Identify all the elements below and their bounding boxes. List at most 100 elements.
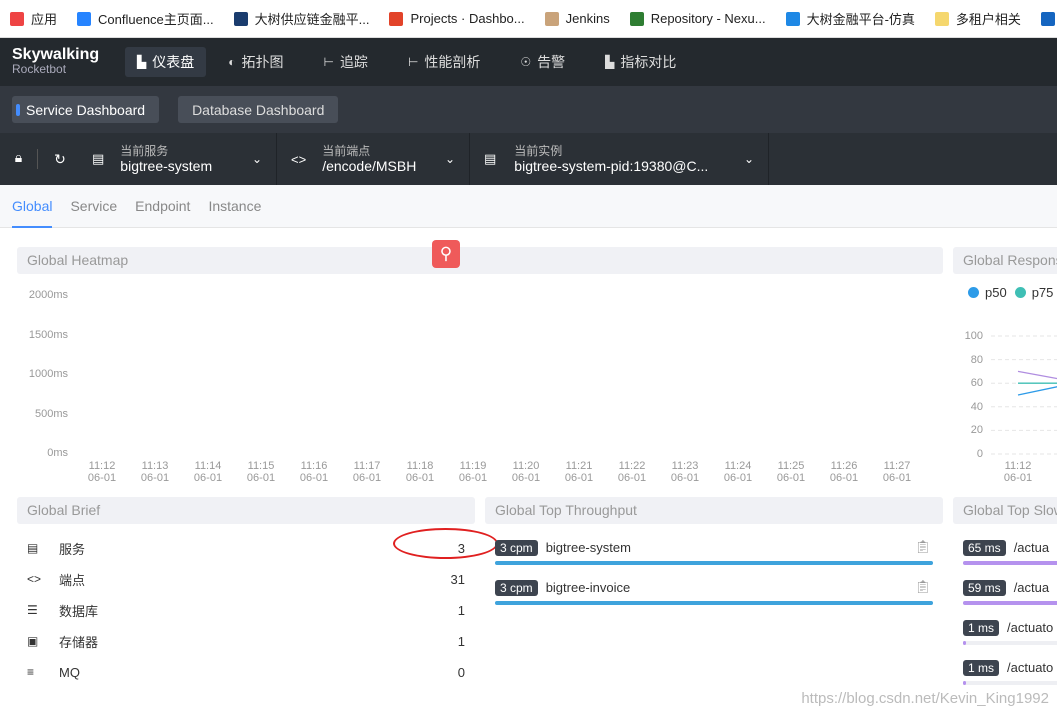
panel-title: Global Top Slow [953,497,1057,524]
service-icon: ▤ [27,541,39,555]
service-selector[interactable]: ▤ 当前服务 bigtree-system ⌄ [82,133,277,185]
panel-title: Global Heatmap [17,247,943,274]
bookmark-icon [77,11,92,26]
x-tick-label: 11:23 06-01 [670,460,700,484]
bookmark-item[interactable]: 多租户相关 [934,9,1021,28]
list-item[interactable]: 1 ms/actuato [963,659,1057,685]
instance-icon: ▤ [484,151,497,166]
bookmark-item[interactable]: Projects · Dashbo... [389,11,525,26]
progress-bar [963,601,1057,605]
x-tick-label: 11:25 06-01 [776,460,806,484]
nav-item-0[interactable]: ▙ 仪表盘 [125,47,207,77]
logo[interactable]: Skywalking Rocketbot [0,47,125,77]
x-tick-label: 11:19 06-01 [458,460,488,484]
x-tick-label: 11:16 06-01 [299,460,329,484]
list-item[interactable]: 65 ms/actua [963,539,1057,565]
x-tick-label: 11:20 06-01 [511,460,541,484]
nav-item-3[interactable]: ⊢ 性能剖析 [396,47,492,77]
brief-row: ☰ 数据库 1 [27,602,465,619]
response-panel: Global Respons p50 p75 100 80 60 40 20 0 11:12 06… [953,247,1057,487]
value-badge: 1 ms [963,620,1000,636]
bookmark-item[interactable]: Jenkins [544,11,610,26]
bookmark-icon [233,11,248,26]
chevron-down-icon: ⌄ [251,152,262,166]
endpoint-selector[interactable]: <> 当前端点/encode/MSBH ⌄ [277,133,470,185]
progress-bar [495,561,933,565]
bookmarks-bar: 应用 Confluence主页面... 大树供应链金融平... Projects · … [0,0,1057,38]
panel-title: Global Brief [17,497,475,524]
refresh-icon[interactable]: ↻ [38,151,82,168]
brief-row: ▣ 存储器 1 [27,633,465,650]
search-icon[interactable]: ⚲ [432,240,460,268]
bookmark-icon [10,11,24,26]
alarm-icon: ☉ [520,55,532,69]
progress-bar [963,561,1057,565]
list-item[interactable]: 59 ms/actua [963,579,1057,605]
value-badge: 3 cpm [495,580,538,596]
series-line [1017,370,1057,380]
tab-endpoint[interactable]: Endpoint [135,185,190,228]
chevron-down-icon: ⌄ [743,152,754,166]
compare-icon: ▙ [605,55,615,69]
progress-bar [495,601,933,605]
nav-item-4[interactable]: ☉ 告警 [508,47,577,77]
response-chart [991,335,1057,455]
brief-panel: Global Brief ▤ 服务 3 <> 端点 31 ☰ 数据库 1 ▣ 存储器 1 ≡ MQ 0 [17,497,475,697]
x-tick-label: 11:17 06-01 [352,460,382,484]
copy-icon[interactable]: 📋︎ [914,579,931,595]
progress-bar [963,641,967,645]
slow-panel: Global Top Slow 65 ms/actua 59 ms/actua 1 … [953,497,1057,697]
track [963,681,1057,685]
service-icon: ▤ [92,151,105,166]
bookmark-icon [934,11,949,26]
list-item[interactable]: 3 cpm bigtree-system 📋︎ [495,539,933,565]
track [963,641,1057,645]
bookmark-icon [785,11,800,26]
value-badge: 65 ms [963,540,1006,556]
tab-instance[interactable]: Instance [208,185,261,228]
tab-service[interactable]: Service [70,185,117,228]
x-tick-label: 11:21 06-01 [564,460,594,484]
endpoint-icon: <> [27,572,42,586]
x-tick-label: 11:14 06-01 [193,460,223,484]
profile-icon: ⊢ [407,55,419,69]
bookmark-item[interactable]: 善 [1040,9,1057,28]
x-tick-label: 11:18 06-01 [405,460,435,484]
nav-item-2[interactable]: ⊢ 追踪 [311,47,379,77]
value-badge: 1 ms [963,660,1000,676]
database-icon: ☰ [27,603,38,617]
y-tick-label: 2000ms [28,289,68,301]
database-dashboard-button[interactable]: Database Dashboard [178,96,339,123]
watermark: https://blog.csdn.net/Kevin_King1992 [801,690,1049,707]
bookmark-item[interactable]: 大树供应链金融平... [233,9,369,28]
bookmark-icon [389,11,404,26]
chart-icon: ▙ [137,55,147,69]
heatmap-panel: Global Heatmap 2000ms 1500ms 1000ms 500ms 0m… [17,247,943,487]
storage-icon: ▣ [27,634,39,648]
nav-item-1[interactable]: ◐ 拓扑图 [216,47,295,77]
x-tick-label: 11:13 06-01 [140,460,170,484]
mq-icon: ≡ [27,665,35,679]
nav-item-5[interactable]: ▙ 指标对比 [593,47,688,77]
view-tabs: Global Service Endpoint Instance [0,185,1057,228]
list-item[interactable]: 1 ms/actuato [963,619,1057,645]
tab-global[interactable]: Global [12,185,53,228]
bookmark-item[interactable]: Repository - Nexu... [629,11,766,26]
bookmark-item[interactable]: 大树金融平台-仿真 [785,9,915,28]
topology-icon: ◐ [228,55,236,69]
bookmark-icon [544,11,559,26]
bookmark-icon [1040,11,1055,26]
chevron-down-icon: ⌄ [444,152,455,166]
service-dashboard-button[interactable]: Service Dashboard [12,96,160,123]
x-tick-label: 11:12 06-01 [87,460,117,484]
lock-icon[interactable]: 🔒︎ [0,149,38,169]
trace-icon: ⊢ [323,55,334,69]
bookmark-item[interactable]: Confluence主页面... [77,9,214,28]
copy-icon[interactable]: 📋︎ [914,539,931,555]
instance-selector[interactable]: ▤ 当前实例 bigtree-system-pid:19380@C... ⌄ [470,133,769,185]
bookmark-item[interactable]: 应用 [10,9,57,28]
selector-bar: 🔒︎ ↻ ▤ 当前服务 bigtree-system ⌄ <> 当前端点/enco… [0,133,1057,185]
list-item[interactable]: 3 cpm bigtree-invoice 📋︎ [495,579,933,605]
endpoint-icon: <> [291,151,307,167]
y-tick-label: 500ms [34,407,68,420]
